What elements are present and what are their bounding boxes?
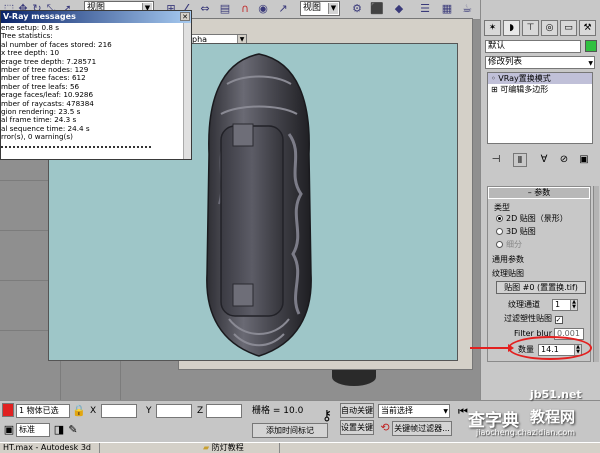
key-icon[interactable]: ⚷: [320, 409, 334, 423]
type-3d-radio[interactable]: 3D 贴图: [496, 227, 536, 237]
stack-tools: ⊣ Ⅱ ∀ ⊘ ▣: [485, 153, 595, 169]
pin-stack-icon[interactable]: ⊣: [489, 153, 503, 167]
log-line: mber of tree nodes: 129: [1, 66, 89, 75]
render-status-icon: ▣: [3, 423, 15, 436]
standard-field: 标准: [16, 423, 50, 437]
key-filters-button[interactable]: 关键帧过滤器...: [392, 421, 452, 436]
render-icon[interactable]: ⬛: [370, 2, 384, 16]
log-line: erage tree depth: 7.28571: [1, 57, 97, 66]
configure-sets-icon[interactable]: ▣: [577, 153, 591, 167]
schematic-icon[interactable]: ▦: [440, 2, 454, 16]
magnet-icon[interactable]: ∩: [238, 2, 252, 16]
mirror-icon[interactable]: ⇔: [198, 2, 212, 16]
texmap-button[interactable]: 贴图 #0 (置置换.tif): [496, 281, 586, 294]
parameters-rollout-header[interactable]: – 参数: [488, 187, 590, 199]
set-key-button[interactable]: 设置关键帧: [340, 420, 374, 435]
type-group-label: 类型: [494, 203, 510, 212]
log-line: al sequence time: 24.4 s: [1, 124, 90, 133]
vray-messages-scrollbar[interactable]: [183, 23, 191, 159]
watermark: jb51.net 查字典 教程网 jiaocheng.chazidian.com: [468, 388, 600, 442]
log-line: gion rendering: 23.5 s: [1, 108, 81, 117]
curve-editor-icon[interactable]: ↗: [276, 2, 290, 16]
filter-map-label: 过滤塑性贴图 ✓: [504, 314, 563, 324]
log-line: al frame time: 24.3 s: [1, 116, 77, 125]
x-label: X: [90, 406, 97, 416]
filter-map-checkbox[interactable]: ✓: [554, 316, 563, 324]
common-params-label: 通用参数: [492, 255, 524, 264]
y-label: Y: [146, 406, 152, 416]
show-end-result-icon[interactable]: Ⅱ: [513, 153, 527, 167]
auto-key-button[interactable]: 自动关键帧: [340, 403, 374, 418]
watermark-site: jb51.net: [530, 388, 582, 401]
command-panel-scrollbar[interactable]: [593, 186, 599, 362]
selection-count: 1 物体已选: [16, 404, 70, 418]
display-tab-icon[interactable]: ▭: [560, 20, 577, 36]
command-panel-tabs: ✶ ◗ ⊤ ◎ ▭ ⚒: [484, 20, 598, 36]
stack-item-vray-displacement[interactable]: ◦ VRay置换模式: [488, 73, 592, 84]
maxscript-listener-icon[interactable]: [2, 403, 14, 417]
watermark-brand-2: 教程网: [530, 408, 576, 426]
key-filters-icon: ⟲: [380, 421, 390, 434]
remove-modifier-icon[interactable]: ⊘: [557, 153, 571, 167]
log-line: al number of faces stored: 216: [1, 40, 112, 49]
log-line: erage faces/leaf: 10.9286: [1, 91, 94, 100]
type-2d-radio[interactable]: 2D 贴图（景形）: [496, 214, 568, 224]
log-line: rror(s), 0 warning(s): [1, 133, 73, 142]
log-line: mber of raycasts: 478384: [1, 99, 94, 108]
log-line: mber of tree faces: 612: [1, 74, 86, 83]
create-tab-icon[interactable]: ✶: [484, 20, 501, 36]
taskbar-item[interactable]: ▰ 防灯教程: [200, 443, 280, 453]
vray-messages-log: ene setup: 0.8 s Tree statistics: al num…: [1, 23, 191, 148]
log-line: mber of tree leafs: 56: [1, 82, 80, 91]
folder-icon: ▰: [203, 443, 210, 452]
hierarchy-tab-icon[interactable]: ⊤: [522, 20, 539, 36]
close-icon[interactable]: ✕: [180, 12, 190, 21]
make-unique-icon[interactable]: ∀: [537, 153, 551, 167]
annotation-highlight: [508, 336, 592, 360]
motion-tab-icon[interactable]: ◎: [541, 20, 558, 36]
z-label: Z: [197, 406, 204, 416]
view-dropdown-2[interactable]: 视图 ▼: [300, 1, 340, 16]
grid-size-label: 栅格 = 10.0: [252, 406, 304, 416]
texmap-channel-spinner[interactable]: 1 ▲ ▼: [552, 299, 578, 311]
type-subdiv-radio[interactable]: 细分: [496, 240, 522, 250]
vray-messages-window: V-Ray messages ✕ ene setup: 0.8 s Tree s…: [0, 10, 192, 160]
watermark-url: jiaocheng.chazidian.com: [476, 428, 576, 437]
modifier-stack: ◦ VRay置换模式 ⊞ 可编辑多边形: [487, 72, 593, 144]
log-separator: [1, 144, 151, 148]
log-line: x tree depth: 10: [1, 49, 60, 58]
modify-tab-icon[interactable]: ◗: [503, 20, 520, 36]
log-line: Tree statistics:: [1, 32, 53, 41]
texmap-channel-label: 纹理通道: [508, 300, 540, 309]
y-coordinate-field[interactable]: [156, 404, 192, 418]
x-coordinate-field[interactable]: [101, 404, 137, 418]
vray-messages-title: V-Ray messages ✕: [1, 11, 191, 23]
stack-item-editable-poly[interactable]: ⊞ 可编辑多边形: [488, 84, 592, 95]
layers-icon[interactable]: ☰: [418, 2, 432, 16]
log-line: ene setup: 0.8 s: [1, 24, 59, 32]
scene-icon[interactable]: ◨: [52, 423, 66, 437]
render-setup-icon[interactable]: ⚙: [350, 2, 364, 16]
texmap-label: 纹理贴图: [492, 269, 524, 278]
utilities-tab-icon[interactable]: ⚒: [579, 20, 596, 36]
modifier-list-dropdown[interactable]: 修改列表 ▼: [485, 56, 595, 69]
annotation-arrow: [470, 344, 514, 352]
material-editor-icon[interactable]: ◉: [256, 2, 270, 16]
z-coordinate-field[interactable]: [206, 404, 242, 418]
current-selection-dropdown[interactable]: 当前选择 ▼: [378, 404, 450, 418]
windows-taskbar: HT.max - Autodesk 3d ▰ 防灯教程: [0, 442, 600, 453]
quick-render-icon[interactable]: ◆: [392, 2, 406, 16]
taskbar-item[interactable]: HT.max - Autodesk 3d: [0, 443, 100, 453]
object-name-field[interactable]: 默认: [485, 40, 581, 53]
prompt-icon[interactable]: ✎: [66, 423, 80, 437]
viewport-object-shadow: [332, 368, 376, 386]
object-color-swatch[interactable]: [585, 40, 597, 52]
add-time-tag-button[interactable]: 添加时间标记: [252, 423, 328, 438]
teapot-icon[interactable]: ☕: [460, 2, 474, 16]
lock-selection-icon[interactable]: 🔒: [72, 404, 86, 418]
align-icon[interactable]: ▤: [218, 2, 232, 16]
